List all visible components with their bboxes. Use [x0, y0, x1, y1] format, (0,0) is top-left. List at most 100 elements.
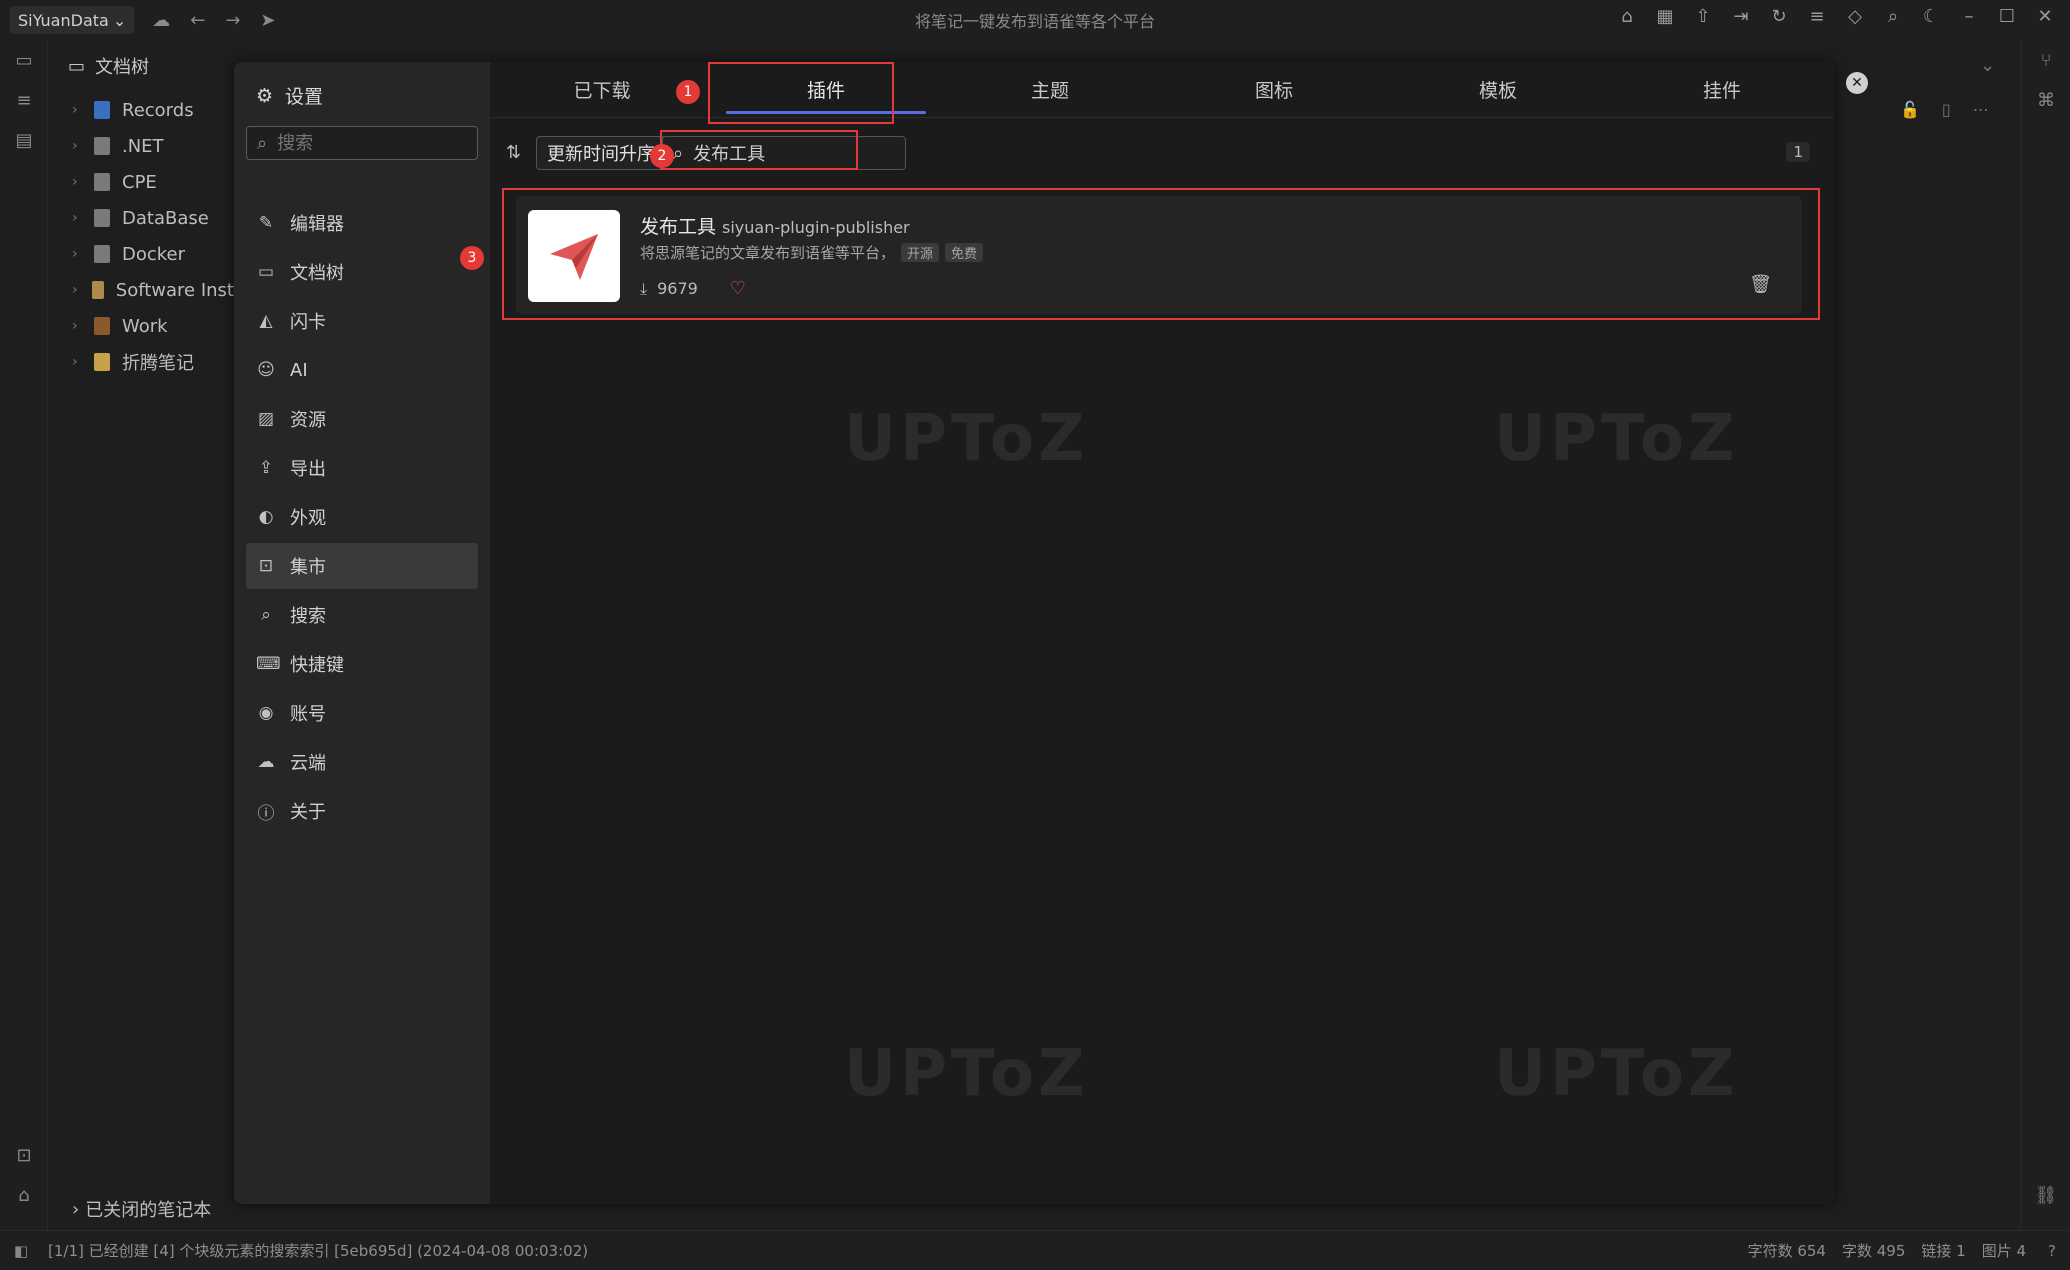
bazaar-tab[interactable]: 模板 [1386, 62, 1610, 117]
dialog-close-icon[interactable]: ✕ [1846, 72, 1868, 94]
close-window-icon[interactable]: ✕ [2034, 6, 2056, 27]
more-icon[interactable]: ⋯ [1973, 100, 1989, 119]
notebook-item[interactable]: › Work [48, 308, 234, 344]
calendar-icon[interactable]: ▦ [1654, 6, 1676, 27]
notebook-label: .NET [122, 135, 164, 157]
settings-menu-item[interactable]: ☺ AI [246, 347, 478, 393]
bazaar-tab[interactable]: 主题 [938, 62, 1162, 117]
bazaar-icon[interactable]: ⌂ [1616, 6, 1638, 27]
settings-menu-label: 快捷键 [290, 655, 344, 676]
flashcard-icon: ◭ [259, 311, 273, 331]
keyboard-icon: ⌨ [256, 654, 281, 674]
collapse-tabs-icon[interactable]: ⌄ [1980, 55, 1995, 76]
notebook-item[interactable]: › 折腾笔记 [48, 344, 234, 380]
graph-dock-icon[interactable]: ⑂ [2021, 40, 2070, 80]
settings-menu-item[interactable]: ✎ 编辑器 [246, 200, 478, 246]
watermark: UPToZ [1494, 1037, 1739, 1111]
notebook-item[interactable]: › Records [48, 92, 234, 128]
download-icon: ⤓ [640, 278, 648, 298]
settings-menu-label: 关于 [290, 802, 326, 823]
folder-icon: ▭ [257, 262, 275, 282]
notebook-item[interactable]: › CPE [48, 164, 234, 200]
settings-search[interactable]: ⌕ [246, 126, 478, 160]
back-icon[interactable]: ← [190, 10, 205, 31]
trash-icon[interactable]: 🗑 [1749, 274, 1772, 295]
sort-icon[interactable]: ⇅ [506, 142, 521, 163]
settings-menu-item[interactable]: ⌨ 快捷键 [246, 641, 478, 687]
lock-icon[interactable]: 🔓 [1900, 100, 1920, 119]
notebook-item[interactable]: › Software Inst [48, 272, 234, 308]
sort-select[interactable]: 更新时间升序 [536, 136, 666, 170]
link-dock-icon[interactable]: ⛓ [2021, 1175, 2070, 1215]
plugin-logo [528, 210, 620, 302]
plugin-card[interactable]: 发布工具 siyuan-plugin-publisher 将思源笔记的文章发布到语… [516, 196, 1802, 314]
search-icon: ⌕ [257, 132, 268, 154]
outline-dock-icon[interactable]: ≡ [0, 80, 48, 120]
heart-icon[interactable]: ♡ [730, 278, 746, 299]
forward-icon[interactable]: → [225, 10, 240, 31]
login-icon[interactable]: ⇥ [1730, 6, 1752, 27]
list-icon[interactable]: ≡ [1806, 6, 1828, 27]
annotation-badge: 3 [460, 246, 484, 270]
bazaar-tab[interactable]: 图标 [1162, 62, 1386, 117]
closed-notebooks[interactable]: › 已关闭的笔记本 [72, 1196, 211, 1222]
palette-icon: ◐ [258, 507, 274, 527]
settings-menu-item[interactable]: ◭ 闪卡 [246, 298, 478, 344]
bazaar-toolbar: ⇅ 更新时间升序 ⌕ 发布工具 1 [490, 134, 1834, 174]
settings-menu-item[interactable]: ◐ 外观 [246, 494, 478, 540]
settings-menu-label: 闪卡 [290, 312, 326, 333]
maximize-icon[interactable]: ☐ [1996, 6, 2018, 27]
notebook-label: Records [122, 99, 194, 121]
doc-icon[interactable]: ▯ [1942, 100, 1951, 119]
sync-cloud-icon[interactable]: ☁ [152, 10, 170, 31]
notebook-item[interactable]: › DataBase [48, 200, 234, 236]
paper-plane-icon [550, 234, 598, 280]
share-icon[interactable]: ⇧ [1692, 6, 1714, 27]
settings-menu-item[interactable]: ▨ 资源 [246, 396, 478, 442]
status-bar: ◧ [1/1] 已经创建 [4] 个块级元素的搜索索引 [5eb695d] (2… [0, 1230, 2070, 1270]
settings-dialog: UPToZ UPToZ UPToZ UPToZ UPToZ UPToZ ⚙ 设置… [234, 62, 1834, 1204]
workspace-switcher[interactable]: SiYuanData ⌄ [10, 6, 135, 34]
settings-menu-item[interactable]: ⇪ 导出 [246, 445, 478, 491]
settings-menu-item[interactable]: ▭ 文档树 [246, 249, 478, 295]
bazaar-tab[interactable]: 插件 [714, 62, 938, 117]
filetree-dock-icon[interactable]: ▭ [0, 40, 48, 80]
notebook-item[interactable]: › Docker [48, 236, 234, 272]
settings-search-input[interactable] [277, 132, 458, 154]
tag-dock-icon[interactable]: ⌂ [0, 1175, 48, 1215]
help-icon[interactable]: ? [2048, 1242, 2056, 1260]
notebook-icon [91, 281, 104, 299]
settings-menu-item[interactable]: ☁ 云端 [246, 739, 478, 785]
plugin-tag: 开源 [901, 243, 940, 262]
search-icon[interactable]: ⌕ [1882, 6, 1904, 27]
file-tree-title: 文档树 [95, 57, 150, 78]
chevron-right-icon: › [72, 210, 78, 226]
bazaar-tab[interactable]: 挂件 [1610, 62, 1834, 117]
status-stat: 字符数 654 [1747, 1242, 1826, 1260]
gear-icon: ⚙ [256, 84, 274, 107]
plugin-downloads: 9679 [657, 279, 698, 298]
bazaar-search[interactable]: ⌕ 发布工具 [662, 136, 906, 170]
status-stat: 链接 1 [1921, 1242, 1966, 1260]
moon-icon[interactable]: ☾ [1920, 6, 1942, 27]
bazaar-search-input[interactable]: 发布工具 [693, 140, 765, 166]
chevron-right-icon: › [72, 282, 78, 298]
minimize-icon[interactable]: – [1958, 6, 1980, 27]
settings-menu-item[interactable]: ◉ 账号 [246, 690, 478, 736]
cloud-icon: ☁ [257, 752, 275, 772]
left-dock: ▭ ≡ ▤ ⊡ ⌂ [0, 40, 48, 1230]
send-icon[interactable]: ➤ [260, 10, 275, 31]
bookmark-dock-icon[interactable]: ⊡ [0, 1135, 48, 1175]
inbox-dock-icon[interactable]: ▤ [0, 120, 48, 160]
watermark: UPToZ [1494, 402, 1739, 476]
settings-menu-item[interactable]: ⊡ 集市 [246, 543, 478, 589]
refresh-icon[interactable]: ↻ [1768, 6, 1790, 27]
notebook-item[interactable]: › .NET [48, 128, 234, 164]
settings-menu-item[interactable]: ⓘ 关于 [246, 788, 478, 834]
global-graph-dock-icon[interactable]: ⌘ [2021, 80, 2070, 120]
plugin-icon[interactable]: ◇ [1844, 6, 1866, 27]
dock-toggle-icon[interactable]: ◧ [14, 1242, 28, 1260]
notebook-icon [94, 101, 110, 119]
settings-menu-item[interactable]: ⌕ 搜索 [246, 592, 478, 638]
plugin-stats: ⤓ 9679 ♡ [640, 278, 746, 299]
